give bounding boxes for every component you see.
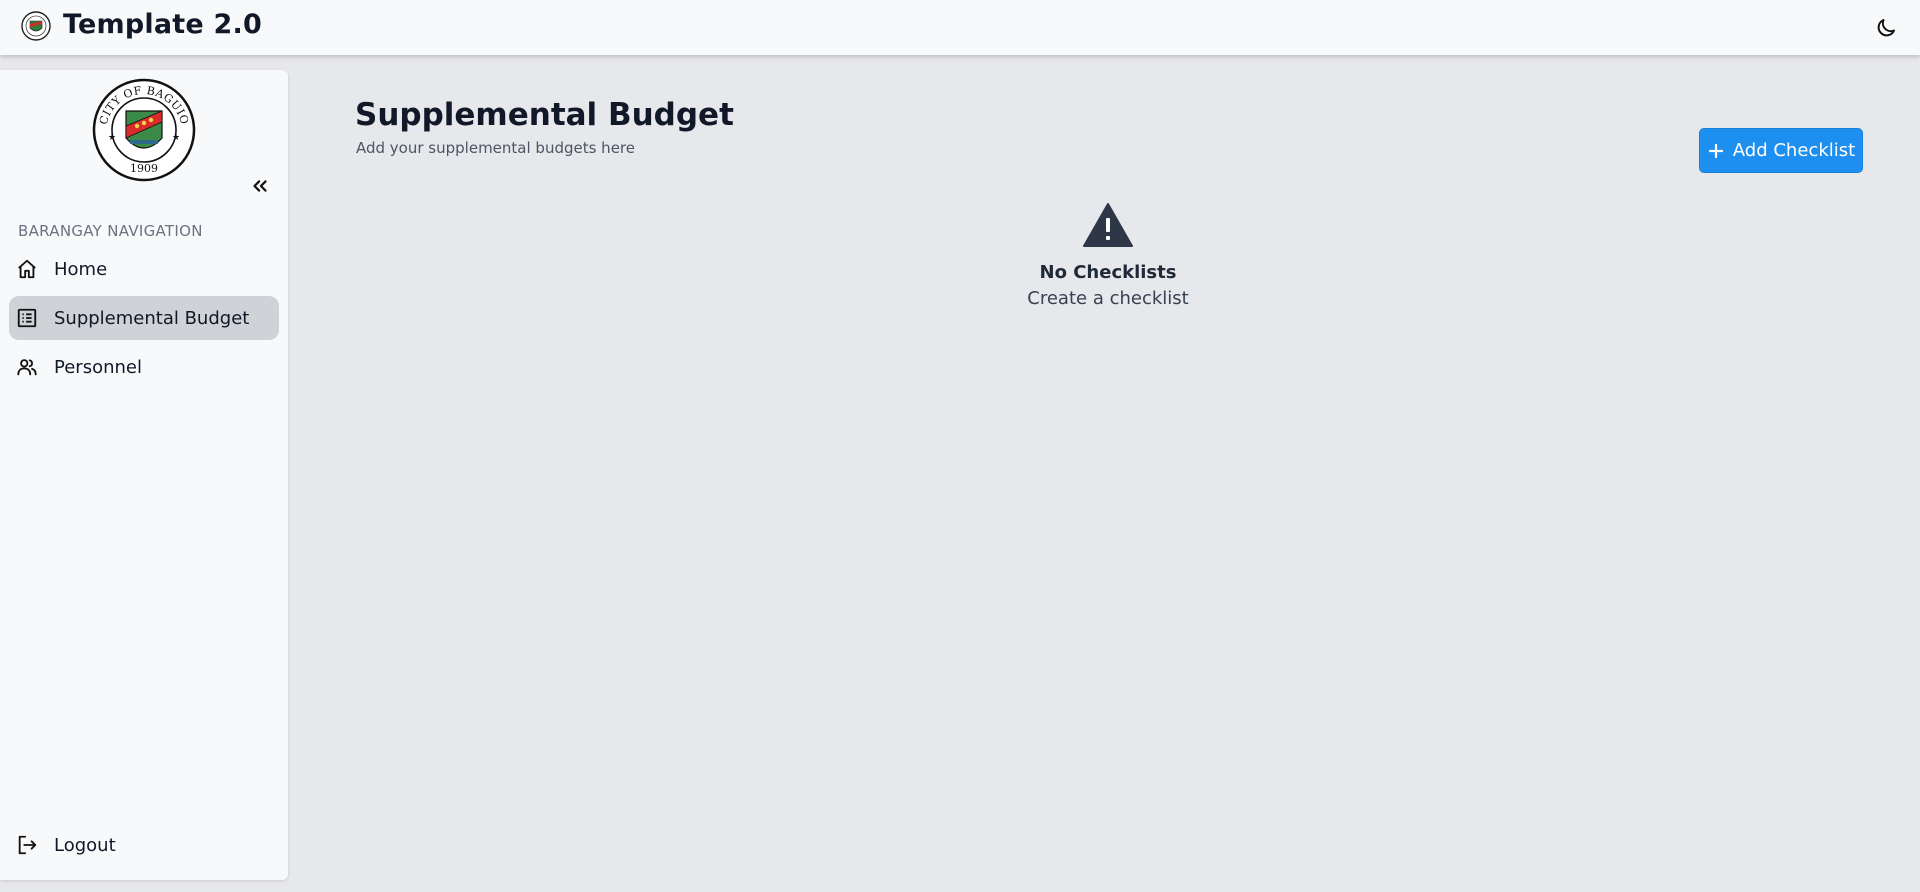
empty-state-subtitle: Create a checklist [1027,288,1189,309]
empty-state-title: No Checklists [1039,262,1177,283]
sidebar-item-supplemental-budget[interactable]: Supplemental Budget [9,296,279,340]
logout-button[interactable]: Logout [9,823,279,867]
logout-label: Logout [54,834,116,856]
sidebar-item-label: Home [54,258,108,280]
moon-icon [1877,19,1895,37]
add-checklist-button[interactable]: Add Checklist [1699,128,1863,173]
sidebar-item-home[interactable]: Home [9,247,279,291]
page-title: Supplemental Budget [355,97,734,133]
users-icon [14,354,40,380]
list-icon [14,305,40,331]
city-of-baguio-seal: CITY OF BAGUIO 1909 ★ ★ [92,78,196,182]
sidebar-item-personnel[interactable]: Personnel [9,345,279,389]
nav-heading: BARANGAY NAVIGATION [18,222,203,240]
top-bar: Template 2.0 [0,0,1920,55]
logout-icon [14,832,40,858]
double-chevron-left-icon [253,180,267,192]
sidebar: CITY OF BAGUIO 1909 ★ ★ BARANGAY NAVIGAT… [0,70,288,880]
empty-state: No Checklists Create a checklist [1000,202,1216,309]
svg-text:★: ★ [172,133,180,143]
add-checklist-label: Add Checklist [1732,140,1856,161]
svg-text:★: ★ [108,133,116,143]
collapse-sidebar-button[interactable] [249,173,271,199]
theme-toggle-button[interactable] [1872,14,1900,42]
home-icon [14,256,40,282]
sidebar-item-label: Personnel [54,356,142,378]
city-seal-icon [21,11,51,41]
sidebar-item-label: Supplemental Budget [54,307,250,329]
plus-icon [1707,142,1725,160]
page-subtitle: Add your supplemental budgets here [356,139,635,157]
warning-icon [1083,203,1133,247]
svg-text:1909: 1909 [130,162,158,175]
app-title: Template 2.0 [63,9,262,40]
